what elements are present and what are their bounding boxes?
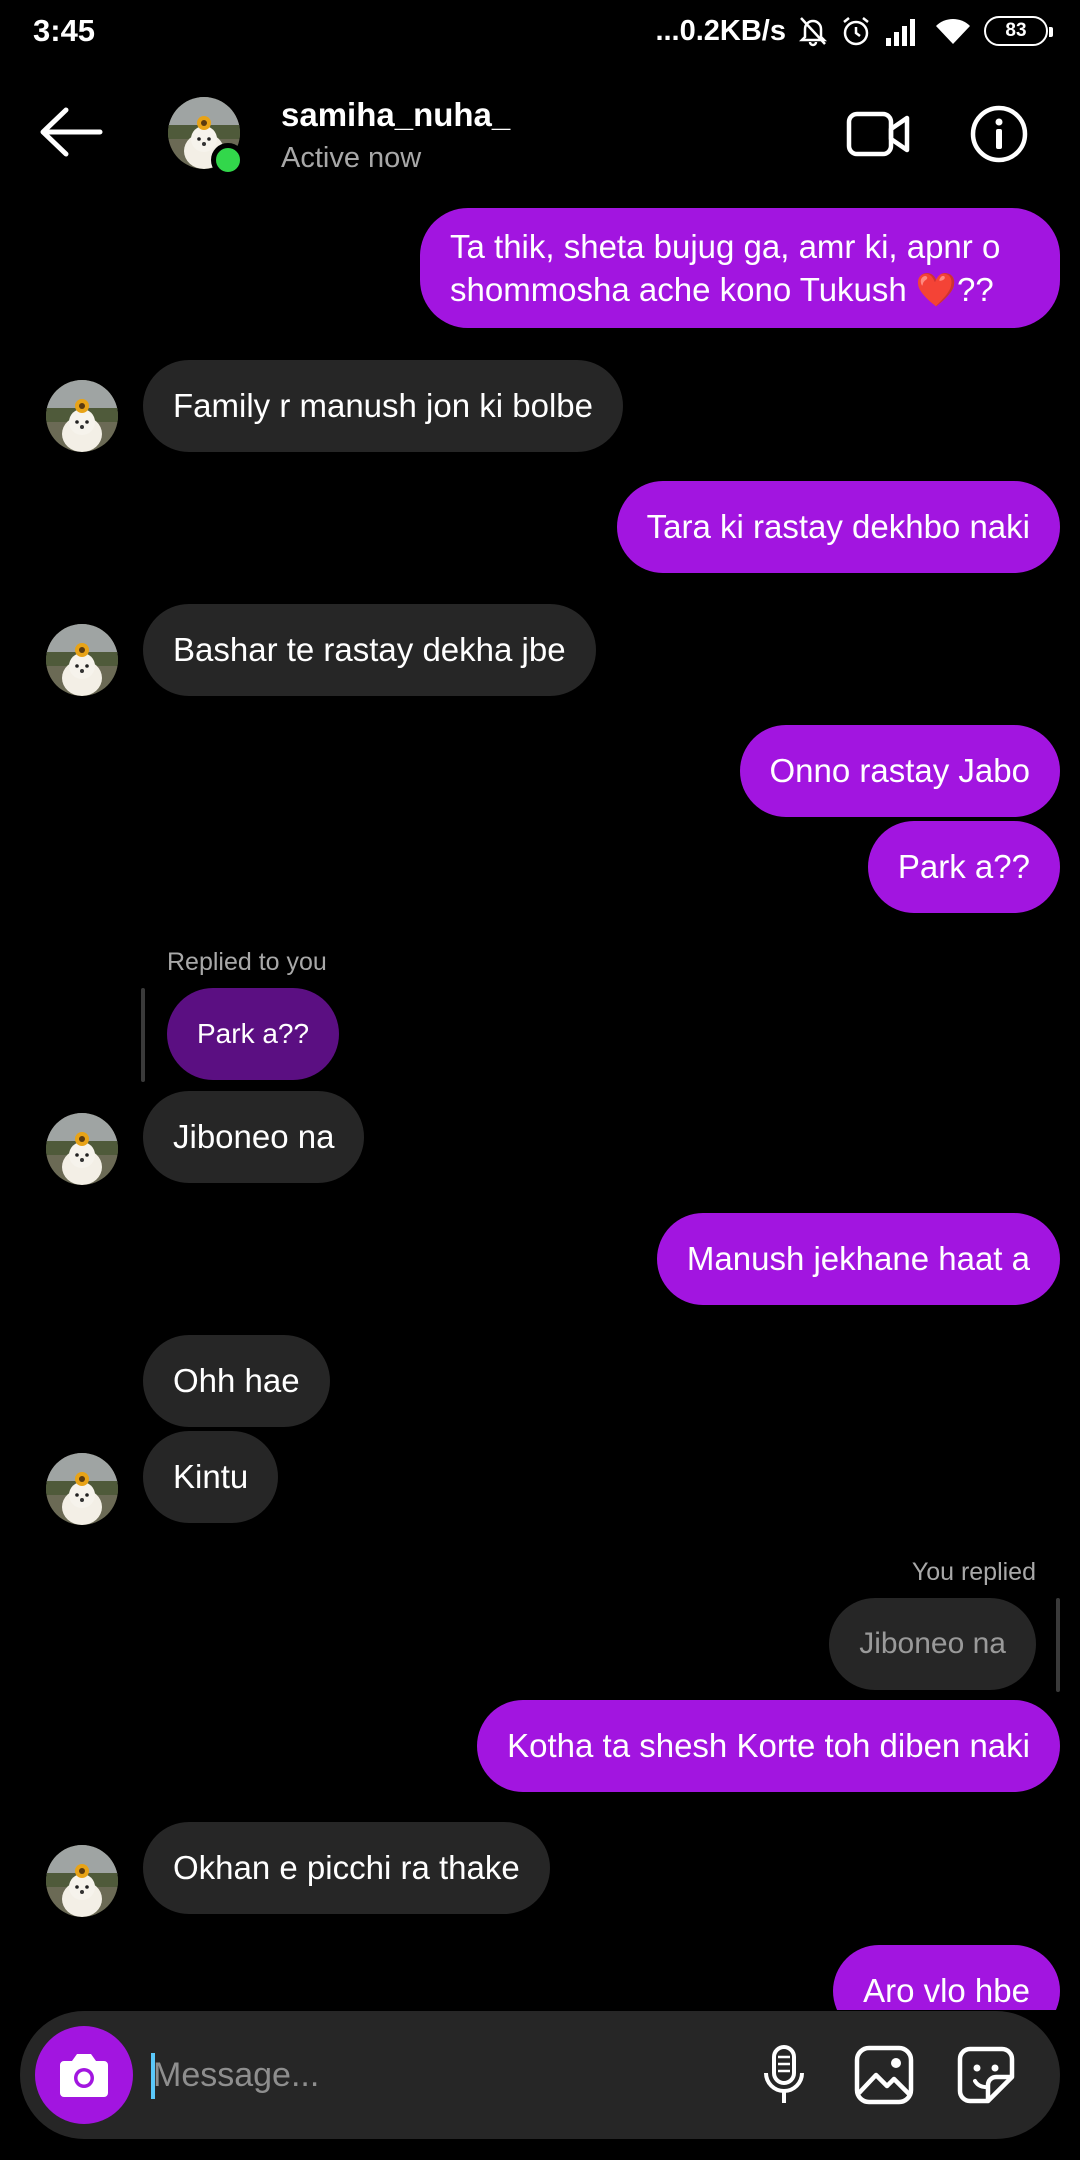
mute-bell-icon bbox=[798, 17, 828, 47]
sticker-icon[interactable] bbox=[952, 2041, 1020, 2109]
message-text: Family r manush jon ki bolbe bbox=[173, 387, 594, 424]
message-text: Park a?? bbox=[897, 848, 1030, 885]
message-bubble-incoming[interactable]: Ohh hae bbox=[143, 1335, 330, 1427]
video-call-icon[interactable] bbox=[846, 109, 910, 159]
wifi-icon bbox=[936, 18, 970, 44]
message-text: Ohh hae bbox=[173, 1362, 300, 1399]
status-bar: 3:45 ...0.2KB/s 83 bbox=[0, 0, 1080, 62]
reply-quote[interactable]: Park a?? bbox=[167, 988, 340, 1080]
sender-avatar[interactable] bbox=[46, 1113, 118, 1185]
microphone-icon[interactable] bbox=[750, 2041, 818, 2109]
info-icon[interactable] bbox=[970, 105, 1028, 163]
camera-button[interactable] bbox=[35, 2026, 133, 2124]
message-text: Kintu bbox=[173, 1458, 249, 1495]
reply-bar bbox=[141, 988, 145, 1082]
message-text: Ta thik, sheta bujug ga, amr ki, apnr o … bbox=[450, 228, 1001, 308]
message-bubble-outgoing[interactable]: Kotha ta shesh Korte toh diben naki bbox=[477, 1700, 1060, 1792]
message-bubble-outgoing[interactable]: Manush jekhane haat a bbox=[656, 1213, 1060, 1305]
message-text: Tara ki rastay dekhbo naki bbox=[646, 508, 1030, 545]
network-speed: ...0.2KB/s bbox=[655, 14, 786, 47]
status-time: 3:45 bbox=[33, 13, 96, 48]
message-bubble-outgoing[interactable]: Park a?? bbox=[867, 821, 1060, 913]
camera-icon bbox=[60, 2054, 108, 2097]
reply-quote[interactable]: Jiboneo na bbox=[829, 1598, 1036, 1690]
sender-avatar[interactable] bbox=[46, 1845, 118, 1917]
contact-username[interactable]: samiha_nuha_ bbox=[281, 96, 510, 134]
sender-avatar[interactable] bbox=[46, 624, 118, 696]
active-status: Active now bbox=[281, 142, 422, 174]
message-bubble-incoming[interactable]: Kintu bbox=[143, 1431, 279, 1523]
message-bubble-incoming[interactable]: Jiboneo na bbox=[143, 1091, 365, 1183]
gallery-icon[interactable] bbox=[850, 2041, 918, 2109]
message-text: Kotha ta shesh Korte toh diben naki bbox=[507, 1727, 1030, 1764]
status-icons: ...0.2KB/s 83 bbox=[655, 12, 1053, 50]
message-bubble-incoming[interactable]: Bashar te rastay dekha jbe bbox=[143, 604, 596, 696]
message-bubble-incoming[interactable]: Okhan e picchi ra thake bbox=[143, 1822, 550, 1914]
message-list[interactable]: Ta thik, sheta bujug ga, amr ki, apnr o … bbox=[0, 200, 1080, 2010]
message-text: Onno rastay Jabo bbox=[769, 752, 1031, 789]
message-input[interactable] bbox=[153, 2045, 713, 2105]
sender-avatar[interactable] bbox=[46, 380, 118, 452]
online-indicator bbox=[211, 143, 245, 177]
message-text: Aro vlo hbe bbox=[863, 1972, 1030, 2009]
back-arrow-icon[interactable] bbox=[38, 107, 104, 157]
message-bubble-outgoing[interactable]: Aro vlo hbe bbox=[833, 1945, 1060, 2010]
message-composer bbox=[20, 2011, 1060, 2139]
signal-icon bbox=[886, 19, 915, 46]
reply-bar bbox=[1056, 1598, 1060, 1692]
message-text: Bashar te rastay dekha jbe bbox=[173, 631, 566, 668]
message-bubble-outgoing[interactable]: Onno rastay Jabo bbox=[739, 725, 1060, 817]
chat-header: samiha_nuha_ Active now bbox=[0, 62, 1080, 212]
message-text: Jiboneo na bbox=[173, 1118, 335, 1155]
message-text: Okhan e picchi ra thake bbox=[173, 1849, 520, 1886]
message-text: Manush jekhane haat a bbox=[686, 1240, 1030, 1277]
battery-indicator: 83 bbox=[984, 16, 1053, 46]
message-bubble-outgoing[interactable]: Tara ki rastay dekhbo naki bbox=[616, 481, 1060, 573]
alarm-icon bbox=[843, 17, 869, 46]
reply-label: You replied bbox=[911, 1558, 1036, 1586]
message-bubble-incoming[interactable]: Family r manush jon ki bolbe bbox=[143, 360, 624, 452]
message-bubble-outgoing[interactable]: Ta thik, sheta bujug ga, amr ki, apnr o … bbox=[420, 208, 1060, 328]
reply-label: Replied to you bbox=[167, 948, 327, 976]
sender-avatar[interactable] bbox=[46, 1453, 118, 1525]
